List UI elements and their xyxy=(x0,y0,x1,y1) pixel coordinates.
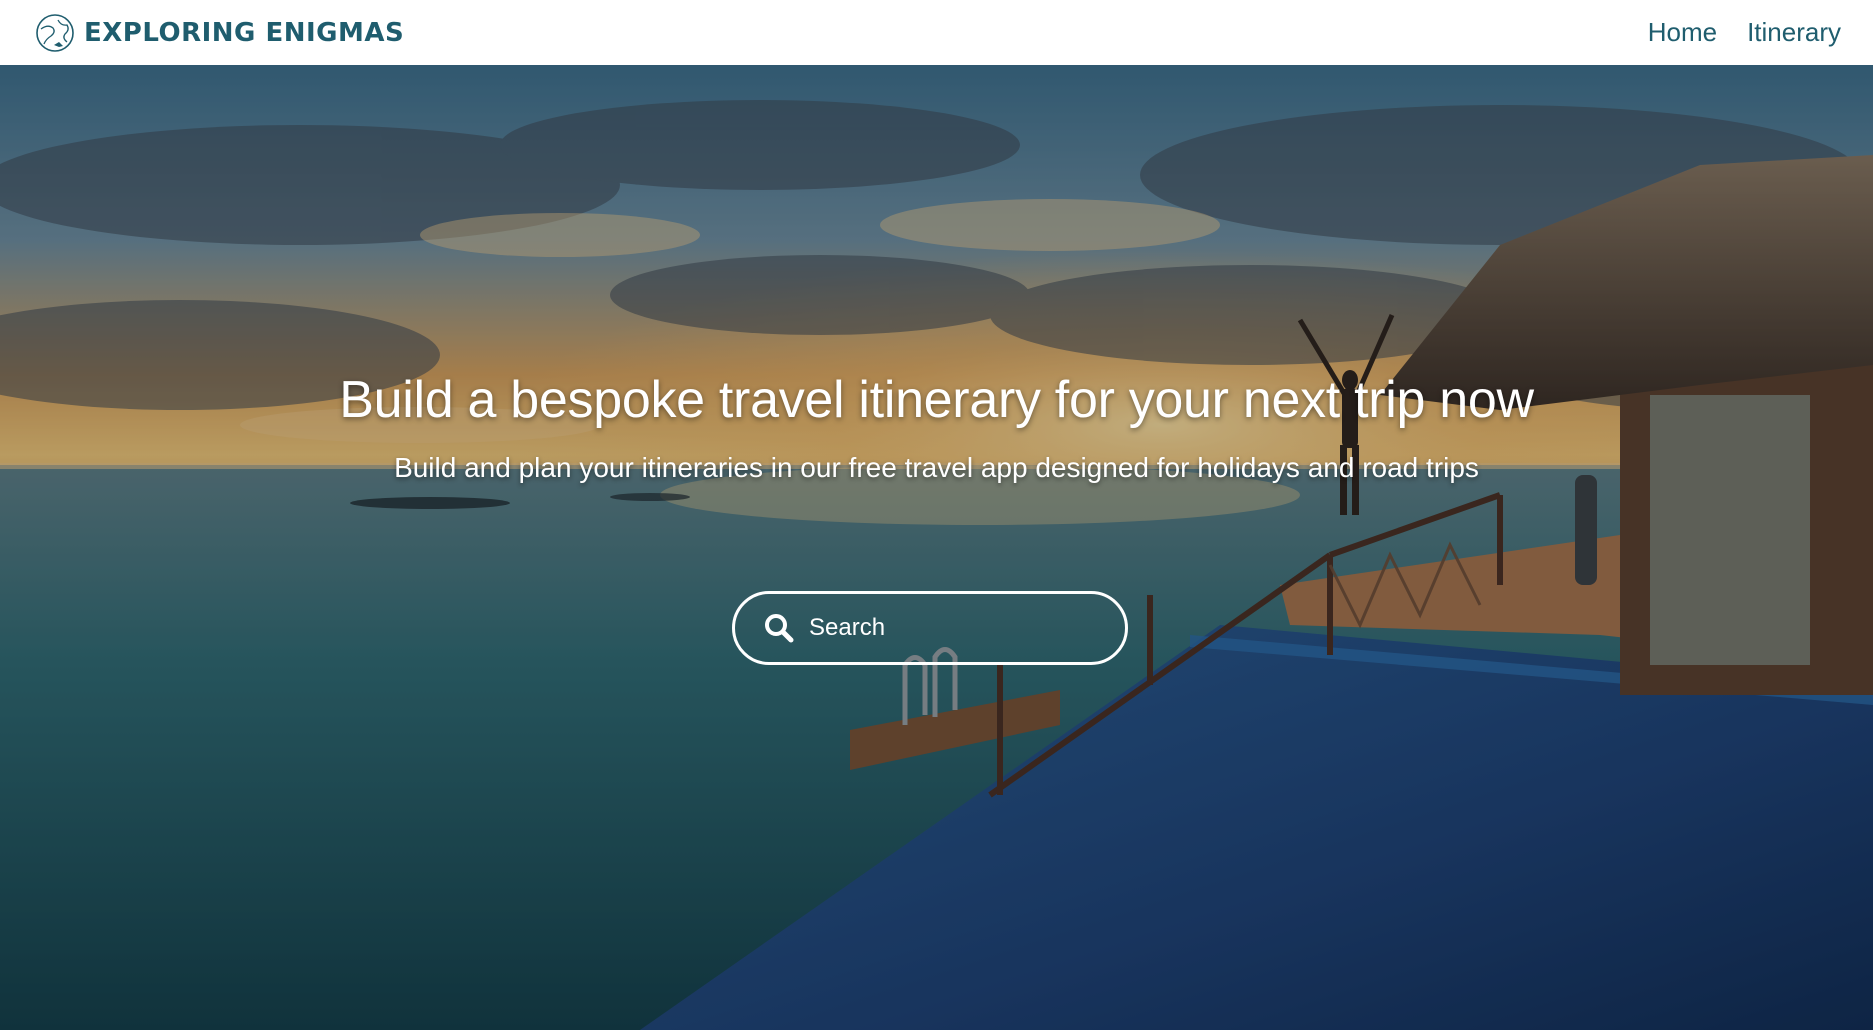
hero-overlay xyxy=(0,65,1873,1030)
globe-plane-icon xyxy=(36,13,74,52)
top-navbar: EXPLORING ENIGMAS Home Itinerary xyxy=(0,0,1873,65)
main-nav: Home Itinerary xyxy=(1648,17,1841,48)
search-icon[interactable] xyxy=(763,612,795,644)
hero-title: Build a bespoke travel itinerary for you… xyxy=(339,371,1534,429)
brand-name: EXPLORING ENIGMAS xyxy=(84,17,405,48)
hero-content: Build a bespoke travel itinerary for you… xyxy=(0,370,1873,484)
search-box[interactable] xyxy=(732,591,1128,665)
hero-section xyxy=(0,65,1873,1030)
hero-subtitle: Build and plan your itineraries in our f… xyxy=(394,452,1479,483)
search-input[interactable] xyxy=(809,614,1089,642)
brand-logo-link[interactable]: EXPLORING ENIGMAS xyxy=(34,12,404,54)
nav-item-itinerary[interactable]: Itinerary xyxy=(1747,17,1841,48)
nav-item-home[interactable]: Home xyxy=(1648,17,1717,48)
